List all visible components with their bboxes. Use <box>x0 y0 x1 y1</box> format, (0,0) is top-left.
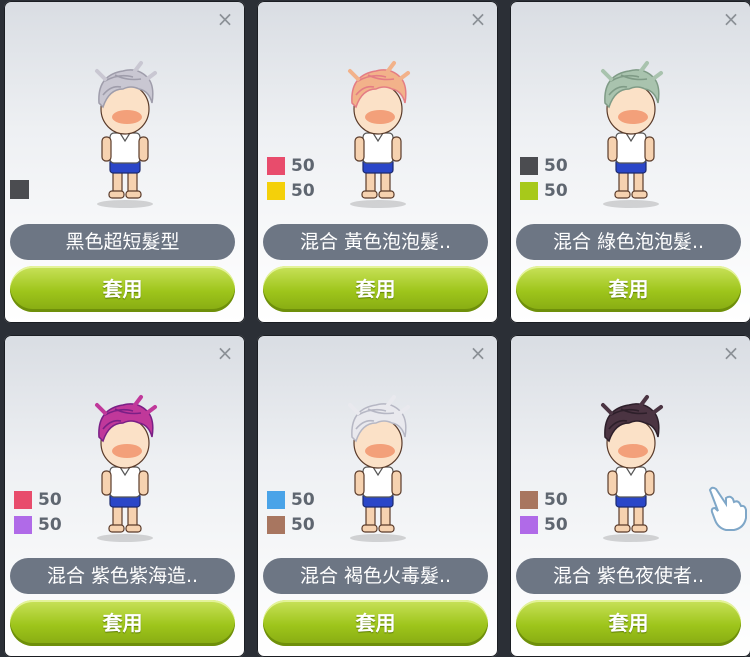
color-percent: 50 <box>38 489 62 510</box>
close-icon[interactable]: × <box>721 343 741 363</box>
color-percent: 50 <box>544 155 568 176</box>
hair-name-label: 混合 紫色紫海造.. <box>10 558 235 594</box>
apply-button[interactable]: 套用 <box>10 600 235 646</box>
close-icon[interactable]: × <box>721 9 741 29</box>
color-mix-item: 50 <box>14 512 62 537</box>
apply-button[interactable]: 套用 <box>10 266 235 312</box>
hair-name-label: 混合 綠色泡泡髮.. <box>516 224 741 260</box>
character-avatar <box>94 395 157 542</box>
close-icon[interactable]: × <box>215 9 235 29</box>
color-swatch <box>267 181 285 200</box>
color-mix-list: 50 50 <box>267 487 315 537</box>
close-icon[interactable]: × <box>215 343 235 363</box>
color-mix-list: 50 50 <box>520 153 568 203</box>
hair-name-label: 混合 紫色夜使者.. <box>516 558 741 594</box>
color-percent: 50 <box>291 180 315 201</box>
character-avatar <box>94 61 157 208</box>
color-mix-item: 50 <box>520 178 568 203</box>
color-mix-item: 50 <box>267 178 315 203</box>
color-swatch <box>14 515 32 534</box>
apply-button[interactable]: 套用 <box>516 600 741 646</box>
color-swatch <box>520 490 538 509</box>
color-mix-item: 50 <box>267 153 315 178</box>
close-icon[interactable]: × <box>468 343 488 363</box>
color-mix-item: 50 <box>520 153 568 178</box>
color-percent: 50 <box>544 514 568 535</box>
character-avatar <box>347 61 410 208</box>
color-swatch <box>267 490 285 509</box>
hair-card: × 50 50 混合 黃色泡泡髮.. 套用 <box>257 1 498 323</box>
color-percent: 50 <box>291 489 315 510</box>
color-mix-item: 50 <box>267 487 315 512</box>
close-icon[interactable]: × <box>468 9 488 29</box>
hair-card: × 黑色超短髮型套用 <box>4 1 245 323</box>
color-mix-item: 50 <box>520 487 568 512</box>
color-percent: 50 <box>38 514 62 535</box>
color-mix-list: 50 50 <box>520 487 568 537</box>
color-mix-item: 50 <box>267 512 315 537</box>
character-avatar <box>347 395 410 542</box>
color-swatch <box>520 515 538 534</box>
color-swatch <box>14 490 32 509</box>
color-percent: 50 <box>544 489 568 510</box>
hair-name-label: 混合 黃色泡泡髮.. <box>263 224 488 260</box>
apply-button[interactable]: 套用 <box>263 600 488 646</box>
color-swatch <box>520 181 538 200</box>
apply-button[interactable]: 套用 <box>516 266 741 312</box>
hair-card: × 50 50 混合 綠色泡泡髮.. 套用 <box>510 1 750 323</box>
color-percent: 50 <box>291 155 315 176</box>
color-percent: 50 <box>291 514 315 535</box>
color-percent: 50 <box>544 180 568 201</box>
color-swatch <box>10 180 29 199</box>
color-mix-list: 50 50 <box>14 487 62 537</box>
hand-cursor-icon <box>708 486 747 531</box>
color-mix-item: 50 <box>14 487 62 512</box>
color-swatch <box>267 515 285 534</box>
hair-card: × 50 50 混合 紫色紫海造.. 套用 <box>4 335 245 657</box>
hair-name-label: 混合 褐色火毒髮.. <box>263 558 488 594</box>
hair-card: × 50 50 混合 褐色火毒髮.. 套用 <box>257 335 498 657</box>
color-mix-list: 50 50 <box>267 153 315 203</box>
color-mix-item: 50 <box>520 512 568 537</box>
color-swatch <box>520 156 538 175</box>
apply-button[interactable]: 套用 <box>263 266 488 312</box>
color-swatch <box>267 156 285 175</box>
character-avatar <box>600 395 663 542</box>
hair-name-label: 黑色超短髮型 <box>10 224 235 260</box>
hair-card-grid: × 黑色超短髮型 套用 × 50 50 混合 黃色泡泡髮.. 套用 × 50 5… <box>0 0 750 657</box>
character-avatar <box>600 61 663 208</box>
